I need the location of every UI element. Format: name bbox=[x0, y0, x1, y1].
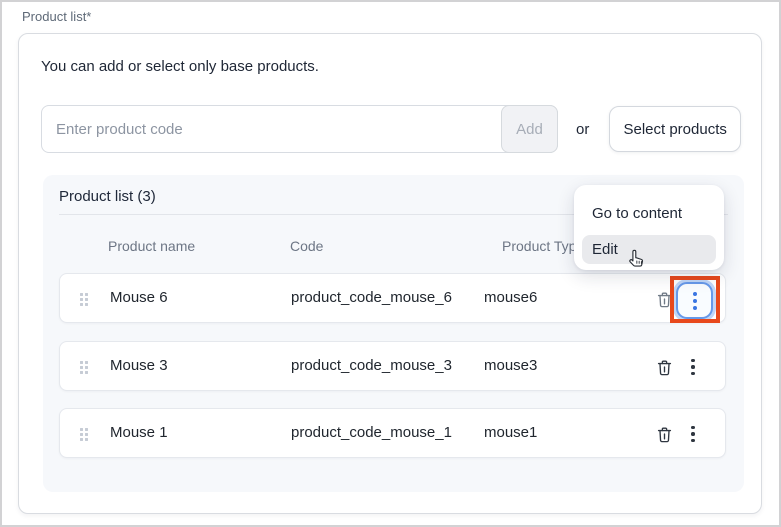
menu-item-edit[interactable]: Edit bbox=[582, 235, 716, 264]
trash-icon bbox=[655, 358, 674, 377]
hint-text: You can add or select only base products… bbox=[41, 58, 319, 75]
product-code-input[interactable] bbox=[41, 105, 558, 153]
panel-title: Product list (3) bbox=[59, 188, 156, 205]
drag-handle-icon[interactable] bbox=[80, 361, 88, 374]
kebab-menu-button[interactable] bbox=[681, 422, 705, 446]
add-button[interactable]: Add bbox=[501, 105, 558, 153]
delete-button[interactable] bbox=[652, 422, 676, 446]
row-context-menu: Go to content Edit bbox=[574, 185, 724, 270]
delete-button[interactable] bbox=[652, 287, 676, 311]
kebab-menu-button[interactable] bbox=[681, 355, 705, 379]
cell-product-name: Mouse 3 bbox=[110, 357, 168, 374]
table-row: Mouse 1 product_code_mouse_1 mouse1 bbox=[59, 408, 726, 458]
cell-code: product_code_mouse_6 bbox=[291, 289, 452, 306]
product-code-input-wrap: Add bbox=[41, 105, 558, 153]
trash-icon bbox=[655, 290, 674, 309]
trash-icon bbox=[655, 425, 674, 444]
product-list-card: You can add or select only base products… bbox=[18, 33, 762, 514]
kebab-icon bbox=[691, 426, 695, 443]
drag-handle-icon[interactable] bbox=[80, 293, 88, 306]
screenshot-frame: Product list* You can add or select only… bbox=[0, 0, 781, 527]
drag-handle-icon[interactable] bbox=[80, 428, 88, 441]
cell-code: product_code_mouse_3 bbox=[291, 357, 452, 374]
cell-product-name: Mouse 6 bbox=[110, 289, 168, 306]
column-header-product-type: Product Type bbox=[502, 238, 584, 254]
kebab-icon bbox=[693, 292, 697, 310]
field-label: Product list* bbox=[22, 9, 91, 24]
cell-product-name: Mouse 1 bbox=[110, 424, 168, 441]
table-row: Mouse 6 product_code_mouse_6 mouse6 bbox=[59, 273, 726, 323]
column-header-product-name: Product name bbox=[108, 238, 195, 254]
select-products-button[interactable]: Select products bbox=[609, 106, 741, 152]
cell-product-type: mouse1 bbox=[484, 424, 537, 441]
cell-product-type: mouse6 bbox=[484, 289, 537, 306]
column-header-code: Code bbox=[290, 238, 323, 254]
delete-button[interactable] bbox=[652, 355, 676, 379]
menu-item-go-to-content[interactable]: Go to content bbox=[582, 199, 716, 228]
kebab-menu-button-active[interactable] bbox=[676, 282, 713, 319]
or-label: or bbox=[576, 121, 589, 138]
cell-product-type: mouse3 bbox=[484, 357, 537, 374]
table-row: Mouse 3 product_code_mouse_3 mouse3 bbox=[59, 341, 726, 391]
add-row: Add or Select products bbox=[41, 105, 741, 153]
cell-code: product_code_mouse_1 bbox=[291, 424, 452, 441]
kebab-icon bbox=[691, 359, 695, 376]
